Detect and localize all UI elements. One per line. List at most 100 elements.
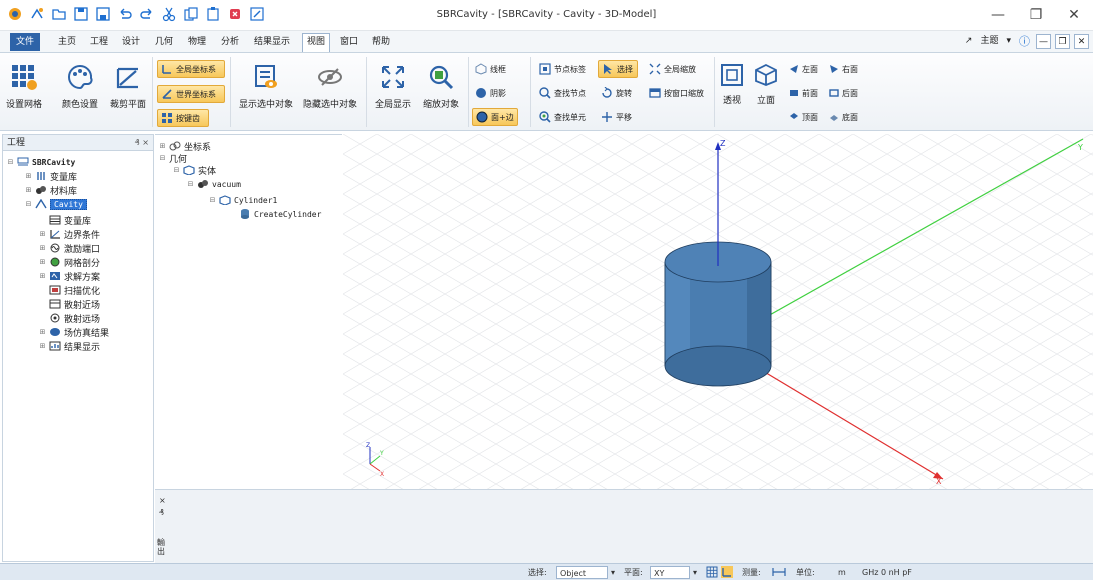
grid-settings-button[interactable]: 设置网格 [6, 63, 42, 110]
menu-design[interactable]: 设计 [122, 35, 140, 49]
back-view-button[interactable]: 后面 [826, 84, 861, 102]
panel-pin-close[interactable]: ₰ × [135, 135, 149, 151]
select-dropdown-icon[interactable]: ▾ [611, 566, 615, 579]
pan-button[interactable]: 平移 [598, 108, 635, 126]
by-body-button[interactable]: 按键齿 [157, 109, 209, 127]
output-close-button[interactable]: × [159, 496, 166, 505]
expand-icon[interactable]: ⊞ [39, 342, 46, 350]
tree-label-results-display: 结果显示 [64, 342, 101, 353]
collapse-icon[interactable]: ⊟ [209, 196, 216, 204]
menu-help[interactable]: 帮助 [372, 35, 390, 49]
tree-item-solution[interactable]: ⊞ 求解方案 [39, 269, 100, 283]
menu-view[interactable]: 视图 [302, 33, 331, 52]
output-tab[interactable]: 輸出 [157, 538, 167, 556]
rotate-button[interactable]: 旋转 [598, 84, 635, 102]
tree-item-near-field[interactable]: 散射近场 [49, 297, 100, 311]
doc-minimize-button[interactable]: — [1036, 34, 1051, 49]
3d-viewport[interactable]: Y X Z Z Y X [343, 134, 1093, 489]
shadow-button[interactable]: 阴影 [472, 84, 509, 102]
top-view-button[interactable]: 顶面 [786, 108, 821, 126]
menu-physics[interactable]: 物理 [188, 35, 206, 49]
collapse-icon[interactable]: ⊟ [7, 158, 14, 166]
snap-toggle-icon[interactable] [721, 566, 733, 579]
collapse-icon[interactable]: ⊟ [173, 166, 180, 174]
tree-item-field-results[interactable]: ⊞ 场仿真结果 [39, 325, 109, 339]
tree-item-create-cylinder[interactable]: CreateCylinder [239, 207, 321, 221]
expand-icon[interactable]: ⊞ [39, 258, 46, 266]
left-view-button[interactable]: 左面 [786, 60, 821, 78]
expand-icon[interactable]: ⊞ [25, 172, 32, 180]
close-button[interactable]: ✕ [1055, 0, 1093, 30]
show-all-button[interactable]: 全局显示 [372, 63, 414, 110]
tree-item-mesh[interactable]: ⊞ 网格剖分 [39, 255, 100, 269]
global-coords-button[interactable]: 全局坐标系 [157, 60, 225, 78]
tree-item-far-field[interactable]: 散射远场 [49, 311, 100, 325]
expand-icon[interactable]: ⊞ [39, 272, 46, 280]
plane-dropdown[interactable]: XY [650, 566, 690, 579]
wireframe-button[interactable]: 线框 [472, 60, 509, 78]
units-rest: GHz 0 nH pF [862, 568, 912, 577]
collapse-icon[interactable]: ⊟ [187, 180, 194, 188]
collapse-icon[interactable]: ⊟ [25, 200, 32, 208]
perspective-button[interactable]: 透视 [718, 63, 746, 106]
expand-icon[interactable]: ⊞ [159, 142, 166, 150]
menu-project[interactable]: 工程 [90, 35, 108, 49]
menu-home[interactable]: 主页 [58, 35, 76, 49]
menu-geometry[interactable]: 几何 [155, 35, 173, 49]
expand-icon[interactable]: ↗ [963, 34, 975, 49]
find-node-button[interactable]: 查找节点 [536, 84, 589, 102]
restore-button[interactable]: ❐ [1017, 0, 1055, 30]
output-pin-button[interactable]: ₰ [159, 508, 164, 517]
elevation-button[interactable]: 立面 [752, 63, 780, 106]
top-view-icon [790, 113, 798, 119]
expand-icon[interactable]: ⊞ [39, 328, 46, 336]
tree-item-solid[interactable]: ⊟ 实体 [173, 163, 216, 177]
menu-file[interactable]: 文件 [10, 33, 41, 51]
node-label-button[interactable]: 节点标签 [536, 60, 589, 78]
tree-item-materials[interactable]: ⊞ 材料库 [25, 183, 77, 197]
expand-icon[interactable]: ⊞ [39, 244, 46, 252]
zoom-all-button[interactable]: 全局缩放 [646, 60, 699, 78]
mesh-icon [50, 257, 60, 267]
plane-dropdown-icon[interactable]: ▾ [693, 566, 697, 579]
measure-icon[interactable] [772, 566, 786, 579]
hide-selected-button[interactable]: 隐藏选中对象 [300, 63, 360, 110]
theme-menu[interactable]: 主题 [978, 34, 1000, 49]
grid-toggle-icon[interactable] [706, 566, 718, 579]
minimize-button[interactable]: — [979, 0, 1017, 30]
color-settings-button[interactable]: 颜色设置 [62, 63, 98, 110]
expand-icon[interactable]: ⊞ [39, 230, 46, 238]
find-element-button[interactable]: 查找单元 [536, 108, 589, 126]
select-mode-dropdown[interactable]: Object [556, 566, 608, 579]
tree-item-cylinder[interactable]: ⊟ Cylinder1 [209, 193, 277, 207]
tree-item-sub-variables[interactable]: 变量库 [49, 213, 91, 227]
bottom-view-button[interactable]: 底面 [826, 108, 861, 126]
menu-results[interactable]: 结果显示 [254, 35, 290, 49]
front-view-button[interactable]: 前面 [786, 84, 821, 102]
tree-item-excitation[interactable]: ⊞ 激励端口 [39, 241, 100, 255]
face-edge-button[interactable]: 面+边 [472, 108, 518, 126]
select-button[interactable]: 选择 [598, 60, 638, 78]
doc-close-button[interactable]: ✕ [1074, 34, 1089, 49]
tree-item-root[interactable]: ⊟ SBRCavity [7, 155, 75, 169]
tree-item-vacuum[interactable]: ⊟ vacuum [187, 177, 241, 191]
zoom-object-button[interactable]: 缩放对象 [420, 63, 462, 110]
doc-restore-button[interactable]: ❐ [1055, 34, 1070, 49]
tree-item-variables[interactable]: ⊞ 变量库 [25, 169, 77, 183]
zoom-window-button[interactable]: 按窗口缩放 [646, 84, 707, 102]
collapse-icon[interactable]: ⊟ [159, 154, 166, 162]
right-view-button[interactable]: 右面 [826, 60, 861, 78]
show-selected-button[interactable]: 显示选中对象 [236, 63, 296, 110]
clip-plane-button[interactable]: 裁剪平面 [108, 63, 148, 110]
tree-item-cavity[interactable]: ⊟ Cavity [25, 197, 87, 211]
expand-icon[interactable]: ⊞ [25, 186, 32, 194]
menu-window[interactable]: 窗口 [340, 35, 358, 49]
theme-dropdown-icon[interactable]: ▾ [1004, 34, 1013, 49]
tree-item-boundary[interactable]: ⊞ 边界条件 [39, 227, 100, 241]
tree-item-results-display[interactable]: ⊞ 结果显示 [39, 339, 100, 353]
world-coords-button[interactable]: 世界坐标系 [157, 85, 225, 103]
viewport-canvas[interactable]: Y X Z Z Y X [343, 134, 1093, 489]
info-icon[interactable]: ⓘ [1017, 34, 1032, 49]
tree-item-sweep[interactable]: 扫描优化 [49, 283, 100, 297]
menu-analysis[interactable]: 分析 [221, 35, 239, 49]
